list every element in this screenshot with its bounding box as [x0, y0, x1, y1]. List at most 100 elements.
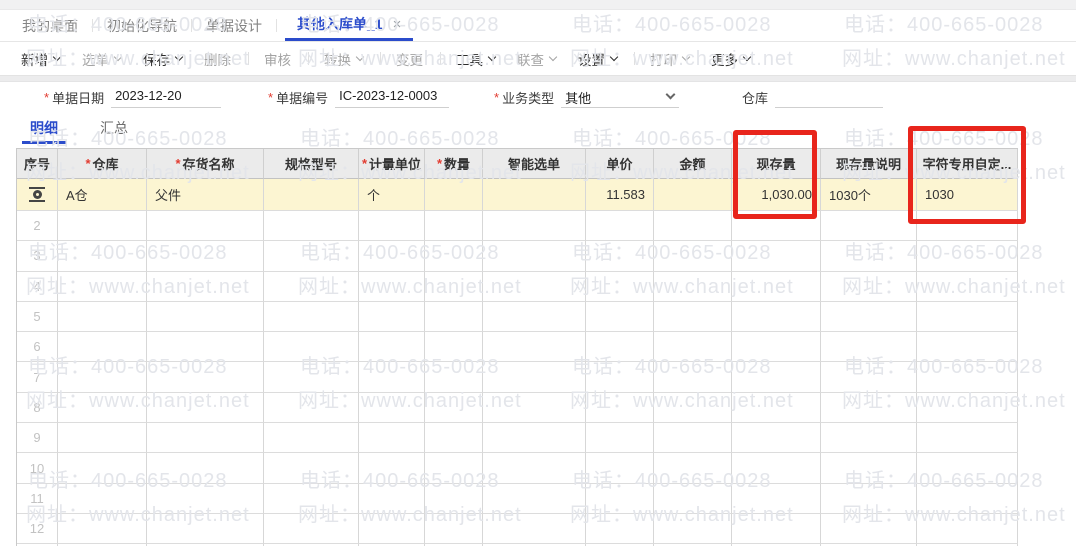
row-cell-5[interactable]	[425, 179, 483, 211]
empty-cell-7[interactable]	[586, 271, 654, 302]
empty-cell-3[interactable]	[264, 423, 359, 454]
empty-cell-2[interactable]	[147, 453, 264, 484]
row-cell-11[interactable]: 1030	[917, 179, 1018, 211]
row-cell-2[interactable]: 父件	[147, 179, 264, 211]
empty-cell-4[interactable]	[359, 513, 425, 545]
empty-cell-6[interactable]	[483, 271, 586, 302]
empty-cell-5[interactable]	[425, 241, 483, 272]
empty-cell-11[interactable]	[917, 423, 1018, 454]
empty-cell-7[interactable]	[586, 392, 654, 424]
tab-detail[interactable]: 明细	[22, 112, 66, 144]
empty-cell-9[interactable]	[732, 271, 821, 302]
empty-cell-1[interactable]	[58, 301, 147, 333]
empty-cell-5[interactable]	[425, 271, 483, 302]
empty-cell-5[interactable]	[425, 453, 483, 484]
empty-cell-3[interactable]	[264, 513, 359, 545]
empty-cell-4[interactable]	[359, 301, 425, 333]
empty-cell-6[interactable]	[483, 423, 586, 454]
empty-cell-11[interactable]	[917, 392, 1018, 424]
empty-cell-1[interactable]	[58, 513, 147, 545]
empty-cell-11[interactable]	[917, 513, 1018, 545]
empty-cell-8[interactable]	[654, 483, 732, 514]
empty-cell-7[interactable]	[586, 301, 654, 333]
empty-cell-3[interactable]	[264, 211, 359, 242]
empty-cell-8[interactable]	[654, 301, 732, 333]
empty-cell-9[interactable]	[732, 332, 821, 363]
empty-cell-4[interactable]	[359, 241, 425, 272]
empty-cell-9[interactable]	[732, 423, 821, 454]
row-cell-4[interactable]: 个	[359, 179, 425, 211]
empty-cell-1[interactable]	[58, 211, 147, 242]
close-icon[interactable]: ×	[393, 17, 402, 32]
empty-cell-6[interactable]	[483, 392, 586, 424]
tab-summary[interactable]: 汇总	[92, 112, 136, 144]
empty-cell-3[interactable]	[264, 301, 359, 333]
empty-cell-3[interactable]	[264, 392, 359, 424]
empty-cell-2[interactable]	[147, 211, 264, 242]
empty-cell-2[interactable]	[147, 392, 264, 424]
empty-cell-6[interactable]	[483, 332, 586, 363]
empty-cell-11[interactable]	[917, 332, 1018, 363]
toolbar-button-8[interactable]: 联查	[512, 49, 561, 69]
empty-cell-7[interactable]	[586, 453, 654, 484]
empty-cell-2[interactable]	[147, 241, 264, 272]
toolbar-button-2[interactable]: 保存	[138, 49, 187, 69]
empty-cell-3[interactable]	[264, 483, 359, 514]
empty-cell-1[interactable]	[58, 332, 147, 363]
empty-cell-2[interactable]	[147, 362, 264, 393]
empty-cell-10[interactable]	[821, 241, 917, 272]
empty-cell-3[interactable]	[264, 362, 359, 393]
row-cell-9[interactable]: 1,030.00	[732, 179, 821, 211]
empty-cell-3[interactable]	[264, 271, 359, 302]
empty-cell-7[interactable]	[586, 423, 654, 454]
empty-cell-5[interactable]	[425, 392, 483, 424]
empty-cell-9[interactable]	[732, 453, 821, 484]
toolbar-button-10[interactable]: 打印	[645, 49, 694, 69]
empty-cell-8[interactable]	[654, 392, 732, 424]
empty-cell-4[interactable]	[359, 392, 425, 424]
empty-cell-10[interactable]	[821, 211, 917, 242]
toolbar-button-6[interactable]: 变更	[391, 49, 428, 69]
empty-cell-8[interactable]	[654, 453, 732, 484]
empty-cell-10[interactable]	[821, 301, 917, 333]
empty-cell-10[interactable]	[821, 332, 917, 363]
empty-cell-10[interactable]	[821, 423, 917, 454]
empty-cell-4[interactable]	[359, 211, 425, 242]
empty-cell-9[interactable]	[732, 241, 821, 272]
empty-cell-11[interactable]	[917, 211, 1018, 242]
empty-cell-6[interactable]	[483, 301, 586, 333]
empty-cell-10[interactable]	[821, 453, 917, 484]
empty-cell-11[interactable]	[917, 271, 1018, 302]
empty-cell-8[interactable]	[654, 513, 732, 545]
empty-cell-7[interactable]	[586, 483, 654, 514]
tab-1[interactable]: 初始化导航	[101, 10, 183, 41]
toolbar-button-4[interactable]: 审核	[259, 49, 296, 69]
empty-cell-2[interactable]	[147, 483, 264, 514]
empty-cell-8[interactable]	[654, 211, 732, 242]
empty-cell-9[interactable]	[732, 392, 821, 424]
empty-cell-1[interactable]	[58, 483, 147, 514]
row-cell-8[interactable]	[654, 179, 732, 211]
empty-cell-11[interactable]	[917, 241, 1018, 272]
empty-cell-10[interactable]	[821, 513, 917, 545]
document-date-field-value[interactable]: 2023-12-20	[111, 86, 222, 108]
empty-cell-7[interactable]	[586, 241, 654, 272]
empty-cell-7[interactable]	[586, 332, 654, 363]
empty-cell-5[interactable]	[425, 483, 483, 514]
tab-other-inbound-order[interactable]: 其他入库单_1 ×	[285, 10, 414, 41]
empty-cell-11[interactable]	[917, 362, 1018, 393]
empty-cell-4[interactable]	[359, 423, 425, 454]
row-cell-7[interactable]: 11.583	[586, 179, 654, 211]
empty-cell-2[interactable]	[147, 271, 264, 302]
row-cell-3[interactable]	[264, 179, 359, 211]
row-cell-10[interactable]: 1030个	[821, 179, 917, 211]
empty-cell-3[interactable]	[264, 453, 359, 484]
empty-cell-10[interactable]	[821, 271, 917, 302]
toolbar-button-9[interactable]: 设置	[573, 49, 622, 69]
empty-cell-4[interactable]	[359, 483, 425, 514]
empty-cell-4[interactable]	[359, 332, 425, 363]
empty-cell-5[interactable]	[425, 362, 483, 393]
toolbar-button-7[interactable]: 工具	[451, 49, 500, 69]
empty-cell-1[interactable]	[58, 453, 147, 484]
empty-cell-5[interactable]	[425, 211, 483, 242]
